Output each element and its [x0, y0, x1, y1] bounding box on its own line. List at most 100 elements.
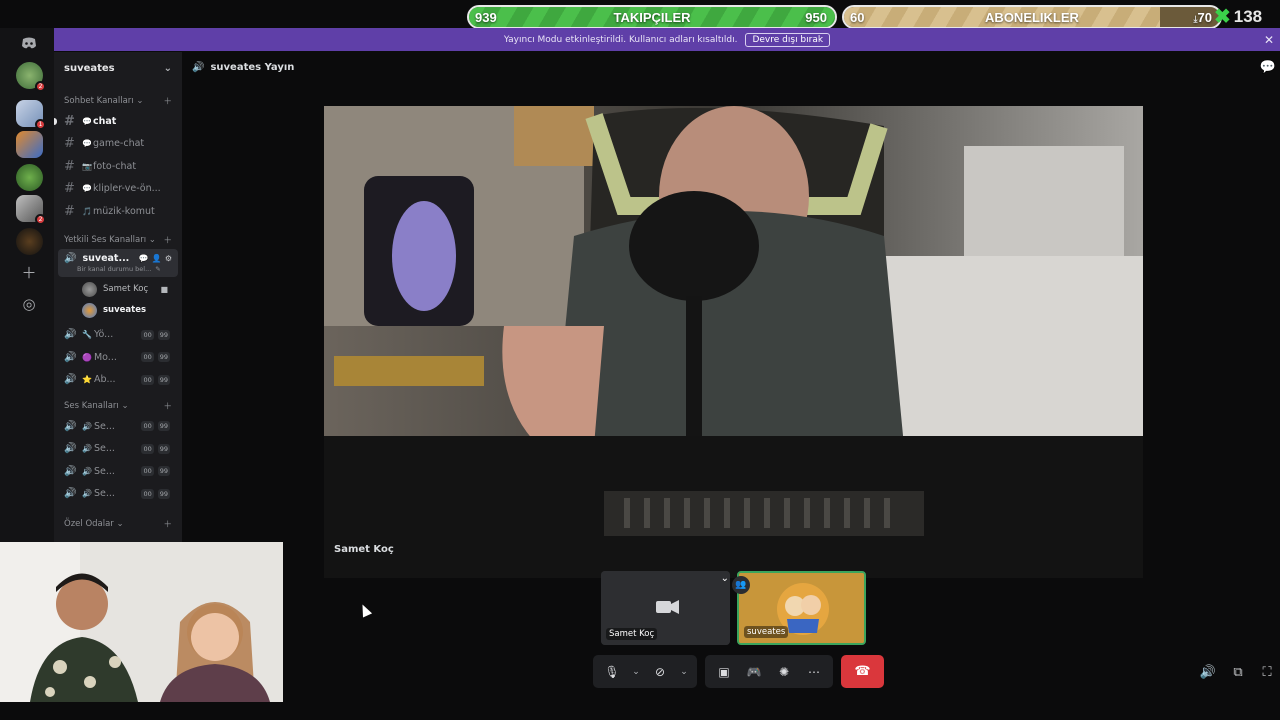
active-voice-channel[interactable]: 🔊 suveat... 💬 👤 ⚙ Bir kanal durumu bel..…: [58, 248, 178, 277]
category-text-channels[interactable]: Sohbet Kanalları ⌄ ＋: [54, 92, 182, 110]
server-icon-2[interactable]: 1: [16, 100, 46, 130]
add-server-icon[interactable]: ＋: [18, 261, 40, 283]
server-icon-4[interactable]: [16, 164, 43, 191]
more-options-icon[interactable]: ⋯: [801, 659, 827, 685]
tile-name: Samet Koç: [606, 628, 658, 640]
user-count: 00: [141, 488, 154, 499]
voice-channel-yo[interactable]: 🔊 🔧 Yö... 00 99: [54, 324, 182, 347]
voice-channel-se-1[interactable]: 🔊 🔊 Se... 00 99: [54, 415, 182, 438]
discord-home-icon[interactable]: [18, 32, 40, 54]
explore-servers-icon[interactable]: ◎: [18, 293, 40, 315]
user-count: 00: [141, 466, 154, 477]
participant-tile-suveates[interactable]: suveates: [737, 571, 866, 645]
disconnect-call-button[interactable]: ☎: [841, 655, 884, 688]
channel-name: Se...: [93, 420, 115, 432]
voice-user-samet[interactable]: Samet Koç ■: [54, 279, 182, 300]
stream-title-text: suveates Yayın: [210, 62, 295, 73]
text-channel-game-chat[interactable]: # 💬 game-chat: [54, 133, 182, 156]
chevron-down-icon[interactable]: ⌄: [677, 659, 691, 685]
gamepad-icon[interactable]: 🎮: [741, 659, 767, 685]
screen-share-icon[interactable]: ▣: [711, 659, 737, 685]
close-notice-icon[interactable]: ✕: [1264, 33, 1274, 47]
server-icon-3[interactable]: [16, 131, 43, 158]
speaker-icon: 🔊: [64, 351, 77, 363]
speaker-icon: 🔊: [192, 62, 205, 73]
notification-badge: 2: [35, 214, 46, 225]
text-channel-muzik-komut[interactable]: # 🎵 müzik-komut: [54, 200, 182, 223]
chat-bubble-icon[interactable]: 💬: [139, 254, 149, 263]
voice-channel-se-3[interactable]: 🔊 🔊 Se... 00 99: [54, 460, 182, 483]
speaker-icon: 🔊: [64, 420, 77, 432]
server-icon-5[interactable]: 2: [16, 195, 46, 225]
category-private-rooms[interactable]: Özel Odalar ⌄ ＋: [54, 515, 182, 533]
disable-streamer-mode-button[interactable]: Devre dışı bırak: [745, 32, 831, 47]
channel-name: Mo...: [93, 351, 117, 363]
camera-icon: ■: [160, 284, 168, 294]
camera-off-icon[interactable]: ⊘: [647, 659, 673, 685]
server-header[interactable]: suveates ⌄: [54, 52, 182, 84]
pop-out-icon[interactable]: ⧉: [1229, 663, 1247, 681]
voice-channel-se-2[interactable]: 🔊 🔊 Se... 00 99: [54, 438, 182, 461]
channel-name: Se...: [93, 488, 115, 500]
main-video-feed[interactable]: [324, 106, 1143, 578]
webcam-feed: [0, 542, 283, 702]
voice-user-name: Samet Koç: [103, 284, 149, 294]
video-participant-name: Samet Koç: [334, 544, 394, 555]
add-channel-icon[interactable]: ＋: [163, 234, 172, 246]
voice-channel-se-4[interactable]: 🔊 🔊 Se... 00 99: [54, 483, 182, 506]
channel-emoji: 💬: [82, 116, 92, 126]
overlay-counter: ✖ 138: [1214, 4, 1262, 29]
fullscreen-icon[interactable]: ⛶: [1258, 663, 1276, 681]
chevron-down-icon[interactable]: ⌄: [629, 659, 643, 685]
avatar: [82, 302, 97, 318]
channel-name: foto-chat: [92, 160, 137, 172]
voice-status-text[interactable]: Bir kanal durumu bel...: [77, 265, 151, 273]
microphone-icon[interactable]: 🎙: [599, 659, 625, 685]
user-limit: 99: [157, 352, 170, 363]
voice-user-suveates[interactable]: suveates: [54, 300, 182, 321]
speaker-icon: 🔊: [64, 488, 77, 500]
server-name: suveates: [64, 62, 115, 74]
text-channel-chat[interactable]: # 💬 chat: [54, 110, 182, 133]
user-limit: 99: [157, 329, 170, 340]
channel-emoji: ⭐: [82, 375, 92, 385]
channel-emoji: 📷: [82, 161, 92, 171]
speaker-icon: 🔊: [64, 465, 77, 477]
hash-icon: #: [64, 181, 75, 197]
followers-goal-bar: 939 TAKIPÇILER 950: [467, 5, 837, 29]
channel-name: Se...: [93, 443, 115, 455]
pencil-icon[interactable]: ✎: [155, 265, 160, 273]
voice-channel-ab[interactable]: 🔊 ⭐ Ab... 00 99: [54, 369, 182, 392]
stream-title: 🔊 suveates Yayın: [192, 62, 294, 73]
soundboard-icon[interactable]: ✺: [771, 659, 797, 685]
subscriptions-goal-end: ⤓70: [1193, 9, 1212, 25]
screen: 939 TAKIPÇILER 950 60 ABONELIKLER ⤓70 ✖ …: [0, 0, 1280, 720]
hash-icon: #: [64, 113, 75, 129]
subscriptions-goal-label: ABONELIKLER: [985, 9, 1079, 25]
server-icon-1[interactable]: 2: [16, 62, 46, 92]
add-channel-icon[interactable]: ＋: [163, 518, 172, 530]
notification-badge: 2: [35, 81, 46, 92]
channel-name: Ab...: [93, 374, 116, 386]
gear-icon[interactable]: ⚙: [165, 254, 172, 263]
user-limit: 99: [157, 443, 170, 454]
participant-tile-samet[interactable]: ⌄ Samet Koç: [601, 571, 730, 645]
invite-icon[interactable]: 👤: [152, 254, 162, 263]
volume-icon[interactable]: 🔊: [1199, 663, 1217, 681]
channel-emoji: 🔊: [82, 489, 92, 499]
voice-channel-mo[interactable]: 🔊 🟣 Mo... 00 99: [54, 346, 182, 369]
category-authorized-voice[interactable]: Yetkili Ses Kanalları ⌄ ＋: [54, 231, 182, 249]
participants-icon[interactable]: 👥: [732, 576, 750, 594]
speaker-icon: 🔊: [64, 253, 77, 264]
server-icon-6[interactable]: [16, 228, 43, 255]
stream-stage: 🔊 suveates Yayın 💬 Samet Koç ⌄ Samet Koç…: [182, 52, 1280, 720]
chevron-down-icon[interactable]: ⌄: [721, 573, 729, 584]
user-count: 00: [141, 352, 154, 363]
user-limit: 99: [157, 466, 170, 477]
category-voice-channels[interactable]: Ses Kanalları ⌄ ＋: [54, 397, 182, 415]
text-channel-foto-chat[interactable]: # 📷 foto-chat: [54, 155, 182, 178]
text-channel-klipler[interactable]: # 💬 klipler-ve-ön...: [54, 178, 182, 201]
chat-bubble-icon[interactable]: 💬: [1260, 60, 1276, 75]
add-channel-icon[interactable]: ＋: [163, 400, 172, 412]
add-channel-icon[interactable]: ＋: [163, 95, 172, 107]
